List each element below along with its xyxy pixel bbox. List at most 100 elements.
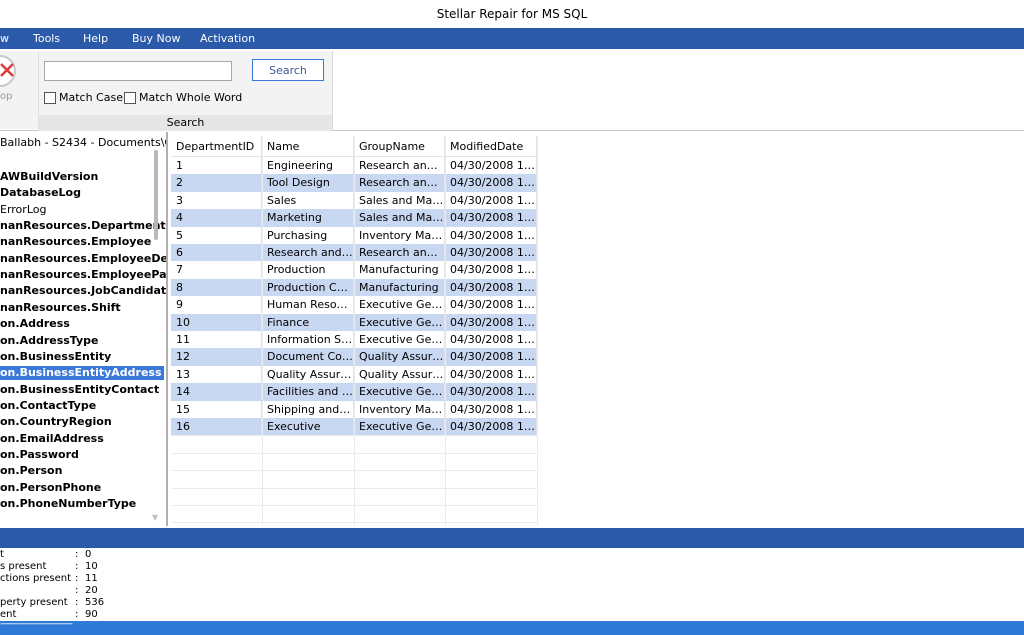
- table-cell[interactable]: Production: [262, 261, 354, 279]
- table-cell[interactable]: Information Services: [262, 331, 354, 348]
- tree-item[interactable]: on.AddressType: [0, 334, 99, 348]
- table-cell[interactable]: Facilities and Maintenance: [262, 383, 354, 401]
- table-cell[interactable]: Sales and Marketing: [354, 191, 445, 209]
- table-cell[interactable]: 11: [171, 331, 262, 348]
- table-cell[interactable]: 6: [171, 244, 262, 261]
- tree-item[interactable]: on.BusinessEntity: [0, 350, 111, 364]
- menu-help[interactable]: Help: [83, 28, 108, 49]
- search-button[interactable]: Search: [252, 59, 324, 81]
- table-cell[interactable]: Shipping and Receiving: [262, 400, 354, 418]
- table-cell[interactable]: Executive General: [354, 418, 445, 435]
- table-cell[interactable]: 04/30/2008 12:00:00: [445, 296, 537, 314]
- table-cell[interactable]: 7: [171, 261, 262, 279]
- scrollbar-thumb[interactable]: [154, 150, 158, 240]
- table-cell[interactable]: Production Control: [262, 278, 354, 296]
- table-cell[interactable]: 04/30/2008 12:00:00: [445, 157, 537, 174]
- table-cell[interactable]: Engineering: [262, 157, 354, 174]
- column-header[interactable]: DepartmentID: [171, 136, 262, 157]
- table-cell[interactable]: 04/30/2008 12:00:00: [445, 348, 537, 366]
- table-cell[interactable]: Finance: [262, 313, 354, 331]
- table-cell[interactable]: 15: [171, 400, 262, 418]
- tree-item[interactable]: nanResources.Employee: [0, 235, 151, 249]
- table-cell[interactable]: 1: [171, 157, 262, 174]
- stop-button[interactable]: op: [0, 51, 38, 129]
- table-cell[interactable]: Executive General: [354, 313, 445, 331]
- table-cell[interactable]: 12: [171, 348, 262, 366]
- table-cell[interactable]: 04/30/2008 12:00:00: [445, 261, 537, 279]
- table-cell[interactable]: 04/30/2008 12:00:00: [445, 244, 537, 261]
- tree-item[interactable]: nanResources.JobCandidate: [0, 284, 166, 298]
- table-cell[interactable]: 04/30/2008 12:00:00: [445, 191, 537, 209]
- tree-item[interactable]: on.Password: [0, 448, 79, 462]
- table-cell[interactable]: Inventory Management: [354, 226, 445, 244]
- table-cell[interactable]: 5: [171, 226, 262, 244]
- tree-item[interactable]: ErrorLog: [0, 203, 46, 217]
- scroll-down-icon[interactable]: ▼: [152, 513, 158, 522]
- column-header[interactable]: GroupName: [354, 136, 445, 157]
- tree-item[interactable]: nanResources.EmployeePayHi: [0, 268, 166, 282]
- table-cell[interactable]: Quality Assurance: [354, 365, 445, 383]
- table-cell[interactable]: 04/30/2008 12:00:00: [445, 226, 537, 244]
- table-cell[interactable]: Quality Assurance: [262, 365, 354, 383]
- tree-root[interactable]: Ballabh - S2434 - Documents\C: [0, 136, 166, 149]
- table-cell[interactable]: 4: [171, 209, 262, 227]
- table-cell[interactable]: 2: [171, 174, 262, 192]
- checkbox-box[interactable]: [44, 91, 56, 104]
- table-cell[interactable]: 3: [171, 191, 262, 209]
- table-cell[interactable]: Document Control: [262, 348, 354, 366]
- tree-item[interactable]: nanResources.Department: [0, 219, 166, 233]
- tree-item[interactable]: on.ContactType: [0, 399, 96, 413]
- tree-item[interactable]: on.Person: [0, 464, 62, 478]
- tree-item[interactable]: on.EmailAddress: [0, 432, 104, 446]
- tree-item[interactable]: nanResources.EmployeeDepar: [0, 252, 166, 266]
- menu-buy-now[interactable]: Buy Now: [132, 28, 180, 49]
- table-cell[interactable]: 13: [171, 365, 262, 383]
- tree-scrollbar[interactable]: ▼: [152, 146, 160, 522]
- table-cell[interactable]: 04/30/2008 12:00:00: [445, 418, 537, 435]
- table-cell[interactable]: 04/30/2008 12:00:00: [445, 174, 537, 192]
- tree-item[interactable]: on.CountryRegion: [0, 415, 112, 429]
- table-cell[interactable]: Manufacturing: [354, 278, 445, 296]
- table-cell[interactable]: Executive General: [354, 331, 445, 348]
- tree-item[interactable]: on.PersonPhone: [0, 481, 101, 495]
- tree-item[interactable]: on.PhoneNumberType: [0, 497, 136, 511]
- table-cell[interactable]: 9: [171, 296, 262, 314]
- tree-item[interactable]: on.Address: [0, 317, 70, 331]
- table-cell[interactable]: 8: [171, 278, 262, 296]
- table-cell[interactable]: 10: [171, 313, 262, 331]
- table-cell[interactable]: Inventory Management: [354, 400, 445, 418]
- menu-view[interactable]: w: [0, 28, 9, 49]
- checkbox-box[interactable]: [124, 91, 136, 104]
- menu-tools[interactable]: Tools: [33, 28, 60, 49]
- table-cell[interactable]: Research and Development: [262, 244, 354, 261]
- match-case-checkbox[interactable]: Match Case: [44, 91, 123, 104]
- table-cell[interactable]: 04/30/2008 12:00:00: [445, 313, 537, 331]
- match-whole-word-checkbox[interactable]: Match Whole Word: [124, 91, 242, 104]
- table-cell[interactable]: Sales: [262, 191, 354, 209]
- table-cell[interactable]: 04/30/2008 12:00:00: [445, 400, 537, 418]
- table-cell[interactable]: 04/30/2008 12:00:00: [445, 365, 537, 383]
- table-cell[interactable]: Marketing: [262, 209, 354, 227]
- table-cell[interactable]: Sales and Marketing: [354, 209, 445, 227]
- column-header[interactable]: ModifiedDate: [445, 136, 537, 157]
- tree-item[interactable]: on.BusinessEntityContact: [0, 383, 159, 397]
- table-cell[interactable]: Human Resources: [262, 296, 354, 314]
- table-cell[interactable]: 04/30/2008 12:00:00: [445, 209, 537, 227]
- table-cell[interactable]: Executive: [262, 418, 354, 435]
- table-cell[interactable]: Tool Design: [262, 174, 354, 192]
- table-cell[interactable]: Purchasing: [262, 226, 354, 244]
- table-cell[interactable]: 14: [171, 383, 262, 401]
- table-cell[interactable]: Research and Development: [354, 157, 445, 174]
- search-input[interactable]: [44, 61, 232, 81]
- table-cell[interactable]: Research and Development: [354, 174, 445, 192]
- table-cell[interactable]: 16: [171, 418, 262, 435]
- table-cell[interactable]: Quality Assurance: [354, 348, 445, 366]
- table-cell[interactable]: Executive General: [354, 296, 445, 314]
- tree-item[interactable]: nanResources.Shift: [0, 301, 121, 315]
- table-cell[interactable]: 04/30/2008 12:00:00: [445, 383, 537, 401]
- table-cell[interactable]: 04/30/2008 12:00:00: [445, 278, 537, 296]
- table-cell[interactable]: 04/30/2008 12:00:00: [445, 331, 537, 348]
- table-cell[interactable]: Executive General: [354, 383, 445, 401]
- table-cell[interactable]: Manufacturing: [354, 261, 445, 279]
- column-header[interactable]: Name: [262, 136, 354, 157]
